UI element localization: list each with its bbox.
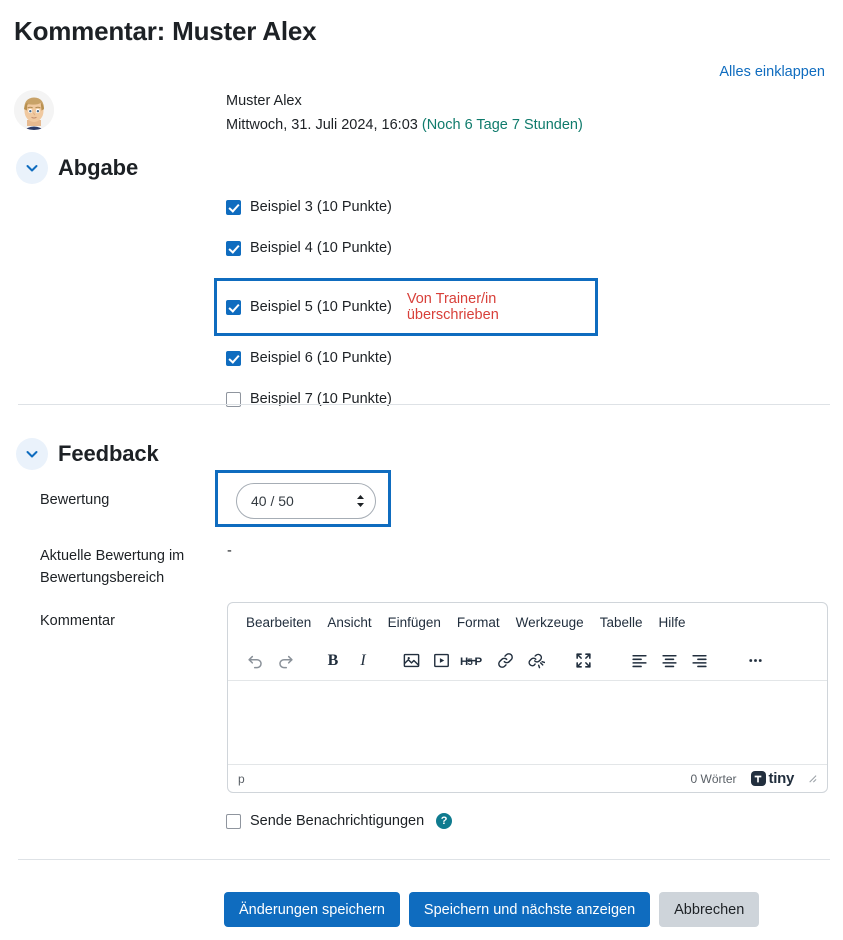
word-count[interactable]: 0 Wörter bbox=[691, 772, 737, 786]
chevron-down-icon bbox=[16, 438, 48, 470]
save-and-next-button[interactable]: Speichern und nächste anzeigen bbox=[408, 892, 651, 927]
submission-items-list: Beispiel 3 (10 Punkte) Beispiel 4 (10 Pu… bbox=[214, 196, 598, 429]
list-item-label: Beispiel 5 (10 Punkte) bbox=[250, 299, 392, 315]
notify-row[interactable]: Sende Benachrichtigungen ? bbox=[226, 813, 453, 829]
grade-select[interactable]: 40 / 50 bbox=[236, 483, 376, 519]
menu-item-hilfe[interactable]: Hilfe bbox=[650, 611, 693, 634]
menu-item-einfuegen[interactable]: Einfügen bbox=[380, 611, 449, 634]
editor-content-area[interactable] bbox=[228, 681, 827, 764]
submission-date-text: Mittwoch, 31. Juli 2024, 16:03 bbox=[226, 117, 418, 133]
list-item[interactable]: Beispiel 4 (10 Punkte) bbox=[226, 237, 598, 259]
help-icon[interactable]: ? bbox=[436, 813, 453, 829]
svg-text:P: P bbox=[475, 655, 483, 667]
menu-item-werkzeuge[interactable]: Werkzeuge bbox=[508, 611, 592, 634]
current-grade-value: - bbox=[227, 543, 232, 559]
svg-text:5: 5 bbox=[468, 656, 473, 666]
submission-date: Mittwoch, 31. Juli 2024, 16:03 (Noch 6 T… bbox=[226, 115, 583, 135]
list-item-highlighted[interactable]: Beispiel 5 (10 Punkte) Von Trainer/in üb… bbox=[214, 278, 598, 336]
tiny-mark-icon bbox=[750, 771, 766, 786]
section-title-abgabe: Abgabe bbox=[58, 155, 139, 180]
section-header-feedback[interactable]: Feedback bbox=[16, 438, 159, 470]
section-title-feedback: Feedback bbox=[58, 441, 159, 466]
grade-select-value: 40 / 50 bbox=[251, 493, 294, 509]
media-icon[interactable] bbox=[426, 647, 456, 675]
menu-item-tabelle[interactable]: Tabelle bbox=[592, 611, 651, 634]
overridden-note: Von Trainer/in überschrieben bbox=[406, 291, 499, 323]
align-left-icon[interactable] bbox=[624, 647, 654, 675]
link-icon[interactable] bbox=[490, 647, 520, 675]
fullscreen-icon[interactable] bbox=[568, 647, 598, 675]
save-changes-button[interactable]: Änderungen speichern bbox=[224, 892, 400, 927]
comment-editor: Bearbeiten Ansicht Einfügen Format Werkz… bbox=[227, 602, 828, 793]
svg-text:H: H bbox=[460, 655, 468, 667]
avatar[interactable] bbox=[14, 90, 54, 130]
collapse-all-link[interactable]: Alles einklappen bbox=[719, 64, 825, 80]
checkbox-beispiel-3[interactable] bbox=[226, 199, 241, 215]
menu-item-ansicht[interactable]: Ansicht bbox=[319, 611, 379, 634]
list-item-label: Beispiel 4 (10 Punkte) bbox=[250, 240, 392, 256]
italic-icon[interactable]: I bbox=[348, 647, 378, 675]
list-item-label: Beispiel 3 (10 Punkte) bbox=[250, 199, 392, 215]
undo-icon[interactable] bbox=[240, 647, 270, 675]
checkbox-beispiel-4[interactable] bbox=[226, 240, 241, 256]
checkbox-beispiel-6[interactable] bbox=[226, 350, 241, 366]
bold-icon[interactable]: B bbox=[318, 647, 348, 675]
notify-label: Sende Benachrichtigungen bbox=[250, 813, 425, 829]
checkbox-beispiel-5[interactable] bbox=[226, 299, 241, 315]
tiny-brand-label: tiny bbox=[768, 770, 795, 787]
actions-divider bbox=[18, 859, 830, 860]
redo-icon[interactable] bbox=[270, 647, 300, 675]
time-remaining: (Noch 6 Tage 7 Stunden) bbox=[421, 117, 583, 133]
image-icon[interactable] bbox=[396, 647, 426, 675]
comment-label: Kommentar bbox=[40, 613, 115, 629]
align-right-icon[interactable] bbox=[684, 647, 714, 675]
editor-toolbar: B I H 5 P bbox=[228, 641, 827, 681]
list-item[interactable]: Beispiel 7 (10 Punkte) bbox=[226, 388, 598, 410]
page-title: Kommentar: Muster Alex bbox=[14, 16, 317, 46]
align-center-icon[interactable] bbox=[654, 647, 684, 675]
checkbox-send-notifications[interactable] bbox=[226, 813, 241, 829]
section-divider bbox=[18, 404, 830, 405]
chevron-down-icon bbox=[16, 152, 48, 184]
form-actions: Änderungen speichern Speichern und nächs… bbox=[224, 892, 760, 927]
submission-meta: Muster Alex Mittwoch, 31. Juli 2024, 16:… bbox=[226, 91, 583, 135]
grading-page: Kommentar: Muster Alex Alles einklappen bbox=[0, 0, 843, 940]
grade-label: Bewertung bbox=[40, 492, 110, 508]
grade-select-highlight: 40 / 50 bbox=[215, 470, 391, 527]
editor-menubar: Bearbeiten Ansicht Einfügen Format Werkz… bbox=[228, 603, 827, 641]
user-name: Muster Alex bbox=[226, 93, 302, 109]
editor-statusbar: p 0 Wörter tiny bbox=[228, 764, 827, 792]
menu-item-format[interactable]: Format bbox=[449, 611, 508, 634]
element-path[interactable]: p bbox=[238, 772, 691, 786]
unlink-icon[interactable] bbox=[520, 647, 550, 675]
resize-handle-icon[interactable] bbox=[806, 772, 817, 786]
list-item[interactable]: Beispiel 3 (10 Punkte) bbox=[226, 196, 598, 218]
more-icon[interactable] bbox=[740, 647, 770, 675]
tinymce-logo[interactable]: tiny bbox=[750, 770, 795, 787]
list-item-label: Beispiel 6 (10 Punkte) bbox=[250, 350, 392, 366]
section-header-abgabe[interactable]: Abgabe bbox=[16, 152, 138, 184]
h5p-icon[interactable]: H 5 P bbox=[456, 647, 490, 675]
menu-item-bearbeiten[interactable]: Bearbeiten bbox=[238, 611, 319, 634]
spinner-up-down-icon bbox=[356, 494, 365, 508]
current-grade-label: Aktuelle Bewertung im Bewertungsbereich bbox=[40, 548, 185, 586]
list-item[interactable]: Beispiel 6 (10 Punkte) bbox=[226, 347, 598, 369]
cancel-button[interactable]: Abbrechen bbox=[659, 892, 760, 927]
